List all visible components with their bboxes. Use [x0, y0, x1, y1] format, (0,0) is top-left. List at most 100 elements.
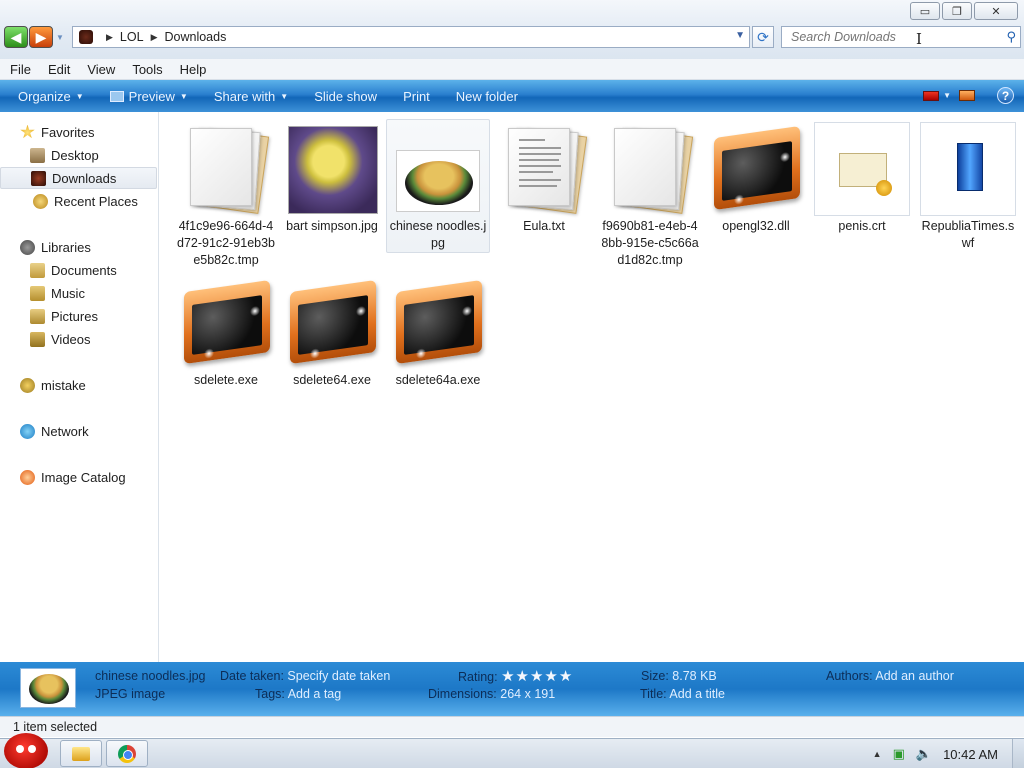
minimize-button[interactable]: ▭: [910, 2, 940, 20]
file-item[interactable]: chinese noodles.jpg: [386, 119, 490, 253]
details-pane: chinese noodles.jpg JPEG image Date take…: [0, 662, 1024, 716]
file-name: sdelete64a.exe: [395, 373, 481, 387]
rating-field[interactable]: Rating: ★★★★★: [458, 667, 573, 685]
system-tray: ▲ ▣ 🔈 10:42 AM: [873, 739, 1024, 768]
menu-file[interactable]: File: [10, 62, 31, 77]
sidebar-item-videos[interactable]: Videos: [0, 328, 157, 350]
new-folder-button[interactable]: New folder: [456, 89, 518, 104]
file-name: RepubliaTimes.swf: [921, 219, 1015, 250]
sidebar-item-label: Pictures: [51, 308, 98, 324]
menu-help[interactable]: Help: [180, 62, 207, 77]
sidebar-item-user[interactable]: mistake: [0, 374, 157, 396]
view-controls: ▼ ?: [923, 87, 1014, 104]
preview-button[interactable]: Preview ▼: [109, 89, 188, 104]
file-item[interactable]: sdelete64.exe: [280, 274, 384, 389]
minimize-icon: ▭: [919, 5, 931, 18]
sidebar-item-label: Desktop: [51, 147, 99, 163]
videos-icon: [30, 331, 45, 347]
volume-icon[interactable]: 🔈: [916, 746, 932, 762]
network-icon: [20, 423, 35, 439]
flash-file-icon: [920, 122, 1016, 216]
taskbar-explorer-button[interactable]: [60, 740, 102, 767]
sidebar-item-image-catalog[interactable]: Image Catalog: [0, 466, 157, 488]
close-icon: ✕: [991, 5, 1001, 18]
refresh-button[interactable]: ⟳: [752, 26, 774, 48]
music-icon: [30, 285, 45, 301]
menu-edit[interactable]: Edit: [48, 62, 70, 77]
sidebar-item-music[interactable]: Music: [0, 282, 157, 304]
preview-pane-icon[interactable]: [959, 90, 975, 101]
file-item[interactable]: RepubliaTimes.swf: [916, 120, 1020, 252]
sidebar-item-network[interactable]: Network: [0, 420, 157, 442]
sidebar-item-desktop[interactable]: Desktop: [0, 144, 157, 166]
help-icon[interactable]: ?: [997, 87, 1014, 104]
share-with-button[interactable]: Share with ▼: [214, 89, 288, 104]
restore-icon: ❐: [952, 5, 962, 18]
slide-show-button[interactable]: Slide show: [314, 89, 377, 104]
chevron-down-icon[interactable]: ▼: [943, 91, 951, 100]
print-button[interactable]: Print: [403, 89, 430, 104]
star-icon: [20, 124, 35, 139]
menu-view[interactable]: View: [87, 62, 115, 77]
sidebar-item-documents[interactable]: Documents: [0, 259, 157, 281]
sidebar-item-label: Documents: [51, 262, 117, 278]
title-field[interactable]: Title: Add a title: [640, 687, 725, 701]
date-taken-field[interactable]: Date taken: Specify date taken: [220, 669, 390, 683]
file-item[interactable]: 4f1c9e96-664d-4d72-91c2-91eb3be5b82c.tmp: [174, 120, 278, 269]
start-button[interactable]: [4, 733, 48, 768]
show-hidden-icons-icon[interactable]: ▲: [873, 749, 882, 759]
sidebar-item-recent-places[interactable]: Recent Places: [0, 190, 157, 212]
change-view-icon[interactable]: [923, 90, 940, 101]
sidebar-item-favorites[interactable]: Favorites: [0, 121, 157, 143]
address-dropdown-icon[interactable]: ▼: [735, 30, 745, 41]
sidebar-item-downloads[interactable]: Downloads: [0, 167, 157, 189]
tags-field[interactable]: Tags: Add a tag: [255, 687, 341, 701]
file-name: opengl32.dll: [722, 219, 790, 233]
application-icon: [178, 276, 274, 368]
forward-button[interactable]: ▶: [29, 26, 53, 48]
back-button[interactable]: ◀: [4, 26, 28, 48]
size-value: 8.78 KB: [672, 669, 717, 683]
organize-button[interactable]: Organize ▼: [18, 89, 84, 104]
certificate-icon: [814, 122, 910, 216]
file-item[interactable]: bart simpson.jpg: [280, 120, 384, 235]
file-item[interactable]: sdelete64a.exe: [386, 274, 490, 389]
sidebar-item-libraries[interactable]: Libraries: [0, 236, 157, 258]
show-desktop-button[interactable]: [1012, 739, 1024, 768]
close-button[interactable]: ✕: [974, 2, 1018, 20]
navigation-buttons: ◀ ▶ ▼: [4, 26, 64, 48]
file-list: 4f1c9e96-664d-4d72-91c2-91eb3be5b82c.tmp…: [160, 112, 1024, 662]
search-box[interactable]: ⚲: [781, 26, 1021, 48]
file-item[interactable]: penis.crt: [810, 120, 914, 235]
desktop-icon: [30, 147, 45, 163]
date-taken-value: Specify date taken: [287, 669, 391, 683]
angry-bird-eye: [28, 745, 36, 753]
network-status-icon[interactable]: ▣: [893, 746, 905, 762]
rating-key: Rating:: [458, 670, 498, 684]
file-item[interactable]: Eula.txt: [492, 120, 596, 235]
text-cursor-icon: I: [916, 30, 922, 48]
new-folder-label: New folder: [455, 88, 518, 104]
search-input[interactable]: [791, 30, 991, 44]
sidebar-item-pictures[interactable]: Pictures: [0, 305, 157, 327]
file-name: bart simpson.jpg: [286, 219, 378, 233]
authors-field[interactable]: Authors: Add an author: [826, 669, 954, 683]
taskbar-chrome-button[interactable]: [106, 740, 148, 767]
address-bar[interactable]: ▶ LOL ▶ Downloads ▼: [72, 26, 750, 48]
restore-button[interactable]: ❐: [942, 2, 972, 20]
breadcrumb-downloads[interactable]: Downloads: [164, 30, 226, 44]
breadcrumb-separator-icon[interactable]: ▶: [106, 32, 113, 43]
breadcrumb-lol[interactable]: LOL: [120, 30, 144, 44]
file-item[interactable]: sdelete.exe: [174, 274, 278, 389]
documents-icon: [30, 262, 45, 278]
clock[interactable]: 10:42 AM: [943, 747, 998, 762]
search-icon[interactable]: ⚲: [1006, 29, 1016, 45]
breadcrumb-separator-icon[interactable]: ▶: [151, 32, 158, 43]
file-item[interactable]: f9690b81-e4eb-48bb-915e-c5c66ad1d82c.tmp: [598, 120, 702, 269]
rating-stars[interactable]: ★★★★★: [501, 668, 573, 685]
tmp-file-icon: [178, 122, 274, 214]
recent-pages-dropdown-icon[interactable]: ▼: [56, 33, 64, 42]
forward-arrow-icon: ▶: [35, 28, 47, 45]
file-item[interactable]: opengl32.dll: [704, 120, 808, 235]
menu-tools[interactable]: Tools: [132, 62, 162, 77]
